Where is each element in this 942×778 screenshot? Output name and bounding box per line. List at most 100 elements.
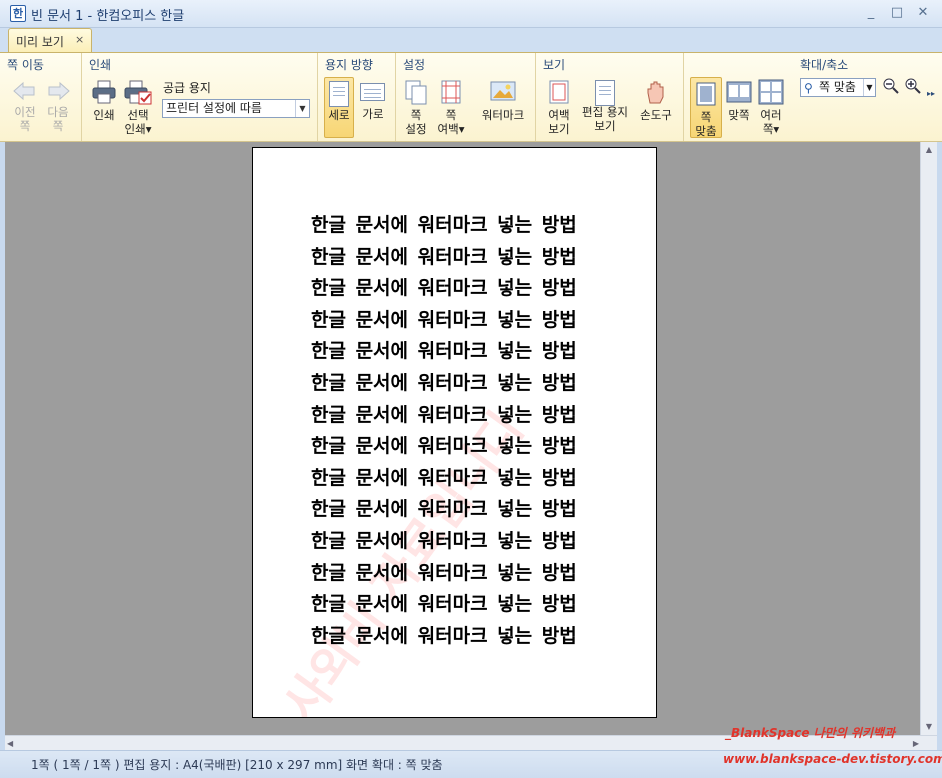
hand-tool-label: 손도구 <box>640 108 672 122</box>
hand-tool-button[interactable]: 손도구 <box>636 79 676 122</box>
paper-source-select[interactable]: 프린터 설정에 따름 ▼ <box>162 99 310 118</box>
document-line: 한글 문서에 워터마크 넣는 방법 <box>311 372 577 394</box>
tab-preview[interactable]: 미리 보기 × <box>8 28 92 53</box>
fit-width-button[interactable]: 맞쪽 <box>724 79 754 122</box>
select-print-label: 선택 인쇄▾ <box>124 108 152 136</box>
chevron-down-icon: ▼ <box>863 79 875 96</box>
document-line: 한글 문서에 워터마크 넣는 방법 <box>311 277 577 300</box>
edit-paper-view-button[interactable]: 편집 용지 보기 <box>578 79 632 133</box>
page-setup-label: 쪽 설정 <box>405 108 427 136</box>
more-options-icon[interactable]: ▸▸ <box>924 89 938 98</box>
fit-page-button[interactable]: 쪽 맞춤 <box>690 77 722 138</box>
edit-paper-view-label: 편집 용지 보기 <box>582 105 628 133</box>
document-line: 한글 문서에 워터마크 넣는 방법 <box>311 403 577 426</box>
watermark-label: 워터마크 <box>481 108 525 122</box>
group-title-settings: 설정 <box>403 58 426 72</box>
search-icon: ⚲ <box>804 81 813 95</box>
print-label: 인쇄 <box>93 108 115 122</box>
zoom-in-button[interactable] <box>904 77 922 98</box>
print-button[interactable]: 인쇄 <box>88 79 120 122</box>
margin-view-button[interactable]: 여백 보기 <box>542 79 576 136</box>
tab-preview-label: 미리 보기 <box>16 35 64 49</box>
document-line: 한글 문서에 워터마크 넣는 방법 <box>311 435 577 458</box>
arrow-right-icon <box>48 81 70 101</box>
maximize-button[interactable]: □ <box>888 5 906 21</box>
credit-line-1: _BlankSpace 나만의 위키백과 <box>725 726 896 740</box>
next-page-button[interactable]: 다음 쪽 <box>42 80 74 133</box>
group-title-page-nav: 쪽 이동 <box>7 58 44 72</box>
scroll-up-icon[interactable]: ▲ <box>921 142 937 158</box>
landscape-button[interactable]: 가로 <box>358 79 388 121</box>
group-zoom: 확대/축소 쪽 맞춤 맞쪽 여러 쪽▾ ⚲ 쪽 맞춤 ▼ ▸▸ <box>684 53 942 141</box>
zoom-select[interactable]: ⚲ 쪽 맞춤 ▼ <box>800 78 876 97</box>
group-page-nav: 쪽 이동 이전 쪽 다음 쪽 <box>0 53 82 141</box>
scroll-left-icon[interactable]: ◀ <box>7 736 13 751</box>
document-line: 한글 문서에 워터마크 넣는 방법 <box>311 214 577 236</box>
document-line: 한글 문서에 워터마크 넣는 방법 <box>311 498 577 521</box>
page-margin-button[interactable]: 쪽 여백▾ <box>434 79 468 136</box>
credit-line-2: www.blankspace-dev.tistory.com <box>723 752 942 766</box>
printer-check-icon <box>124 80 152 105</box>
group-title-zoom: 확대/축소 <box>800 58 849 72</box>
watermark-icon <box>490 81 516 101</box>
window-title: 빈 문서 1 - 한컴오피스 한글 <box>31 9 185 24</box>
landscape-page-icon <box>360 83 385 101</box>
margin-view-icon <box>549 80 569 104</box>
scroll-down-icon[interactable]: ▼ <box>921 719 937 735</box>
status-text: 1쪽 ( 1쪽 / 1쪽 ) 편집 용지 : A4(국배판) [210 x 29… <box>31 758 443 772</box>
zoom-select-value: 쪽 맞춤 <box>819 80 856 94</box>
portrait-label: 세로 <box>328 108 350 122</box>
paper-source-value: 프린터 설정에 따름 <box>166 101 262 115</box>
fit-page-label: 쪽 맞춤 <box>695 110 717 138</box>
document-line: 한글 문서에 워터마크 넣는 방법 <box>311 340 577 363</box>
page-margin-label: 쪽 여백▾ <box>437 108 465 136</box>
two-page-icon <box>726 81 752 103</box>
document-line: 한글 문서에 워터마크 넣는 방법 <box>311 593 577 616</box>
document-line: 한글 문서에 워터마크 넣는 방법 <box>311 624 577 647</box>
document-line: 한글 문서에 워터마크 넣는 방법 <box>311 466 577 489</box>
printer-icon <box>92 80 116 104</box>
document-page: 사외비 자료입니다 한글 문서에 워터마크 넣는 방법 한글 문서에 워터마크 넣… <box>252 147 657 718</box>
zoom-out-button[interactable] <box>882 77 900 98</box>
arrow-left-icon <box>13 81 35 101</box>
fit-width-label: 맞쪽 <box>728 108 750 122</box>
title-bar: 한 빈 문서 1 - 한컴오피스 한글 _ □ ✕ <box>0 0 942 28</box>
group-title-view: 보기 <box>543 58 566 72</box>
group-orientation: 용지 방향 세로 가로 <box>318 53 396 141</box>
portrait-page-icon <box>329 81 349 107</box>
portrait-button[interactable]: 세로 <box>324 77 354 138</box>
select-print-button[interactable]: 선택 인쇄▾ <box>120 79 156 136</box>
margin-view-label: 여백 보기 <box>548 108 570 136</box>
page-setup-icon <box>405 80 427 105</box>
tab-bar: 미리 보기 × <box>0 28 942 53</box>
group-title-print: 인쇄 <box>89 58 112 72</box>
close-button[interactable]: ✕ <box>914 5 932 21</box>
group-title-orientation: 용지 방향 <box>325 58 373 72</box>
next-page-label: 다음 쪽 <box>47 105 69 133</box>
prev-page-button[interactable]: 이전 쪽 <box>9 80 41 133</box>
paper-source-label: 공급 용지 <box>163 81 211 95</box>
multi-page-label: 여러 쪽▾ <box>760 108 782 136</box>
tab-close-icon[interactable]: × <box>75 33 84 46</box>
scroll-right-icon[interactable]: ▶ <box>913 736 919 751</box>
document-line: 한글 문서에 워터마크 넣는 방법 <box>311 245 577 268</box>
document-line: 한글 문서에 워터마크 넣는 방법 <box>311 308 577 331</box>
ribbon: 쪽 이동 이전 쪽 다음 쪽 인쇄 인쇄 선택 인쇄▾ 공급 용지 프린터 설정… <box>0 52 942 142</box>
document-line: 한글 문서에 워터마크 넣는 방법 <box>311 561 577 584</box>
chevron-down-icon: ▼ <box>295 100 309 117</box>
watermark-button[interactable]: 워터마크 <box>476 79 530 122</box>
hand-icon <box>647 81 664 104</box>
fit-page-icon <box>696 82 716 106</box>
vertical-scrollbar[interactable]: ▲ ▼ <box>920 142 937 735</box>
document-line: 한글 문서에 워터마크 넣는 방법 <box>311 530 577 552</box>
edit-paper-icon <box>595 80 615 106</box>
zoom-in-icon <box>905 78 921 94</box>
hwp-app-icon[interactable]: 한 <box>10 5 26 22</box>
group-view: 보기 여백 보기 편집 용지 보기 손도구 <box>536 53 684 141</box>
multi-page-icon <box>758 79 784 105</box>
group-print: 인쇄 인쇄 선택 인쇄▾ 공급 용지 프린터 설정에 따름 ▼ <box>82 53 318 141</box>
group-settings: 설정 쪽 설정 쪽 여백▾ 워터마크 <box>396 53 536 141</box>
page-setup-button[interactable]: 쪽 설정 <box>401 79 431 136</box>
multi-page-button[interactable]: 여러 쪽▾ <box>756 79 786 136</box>
minimize-button[interactable]: _ <box>862 5 880 21</box>
